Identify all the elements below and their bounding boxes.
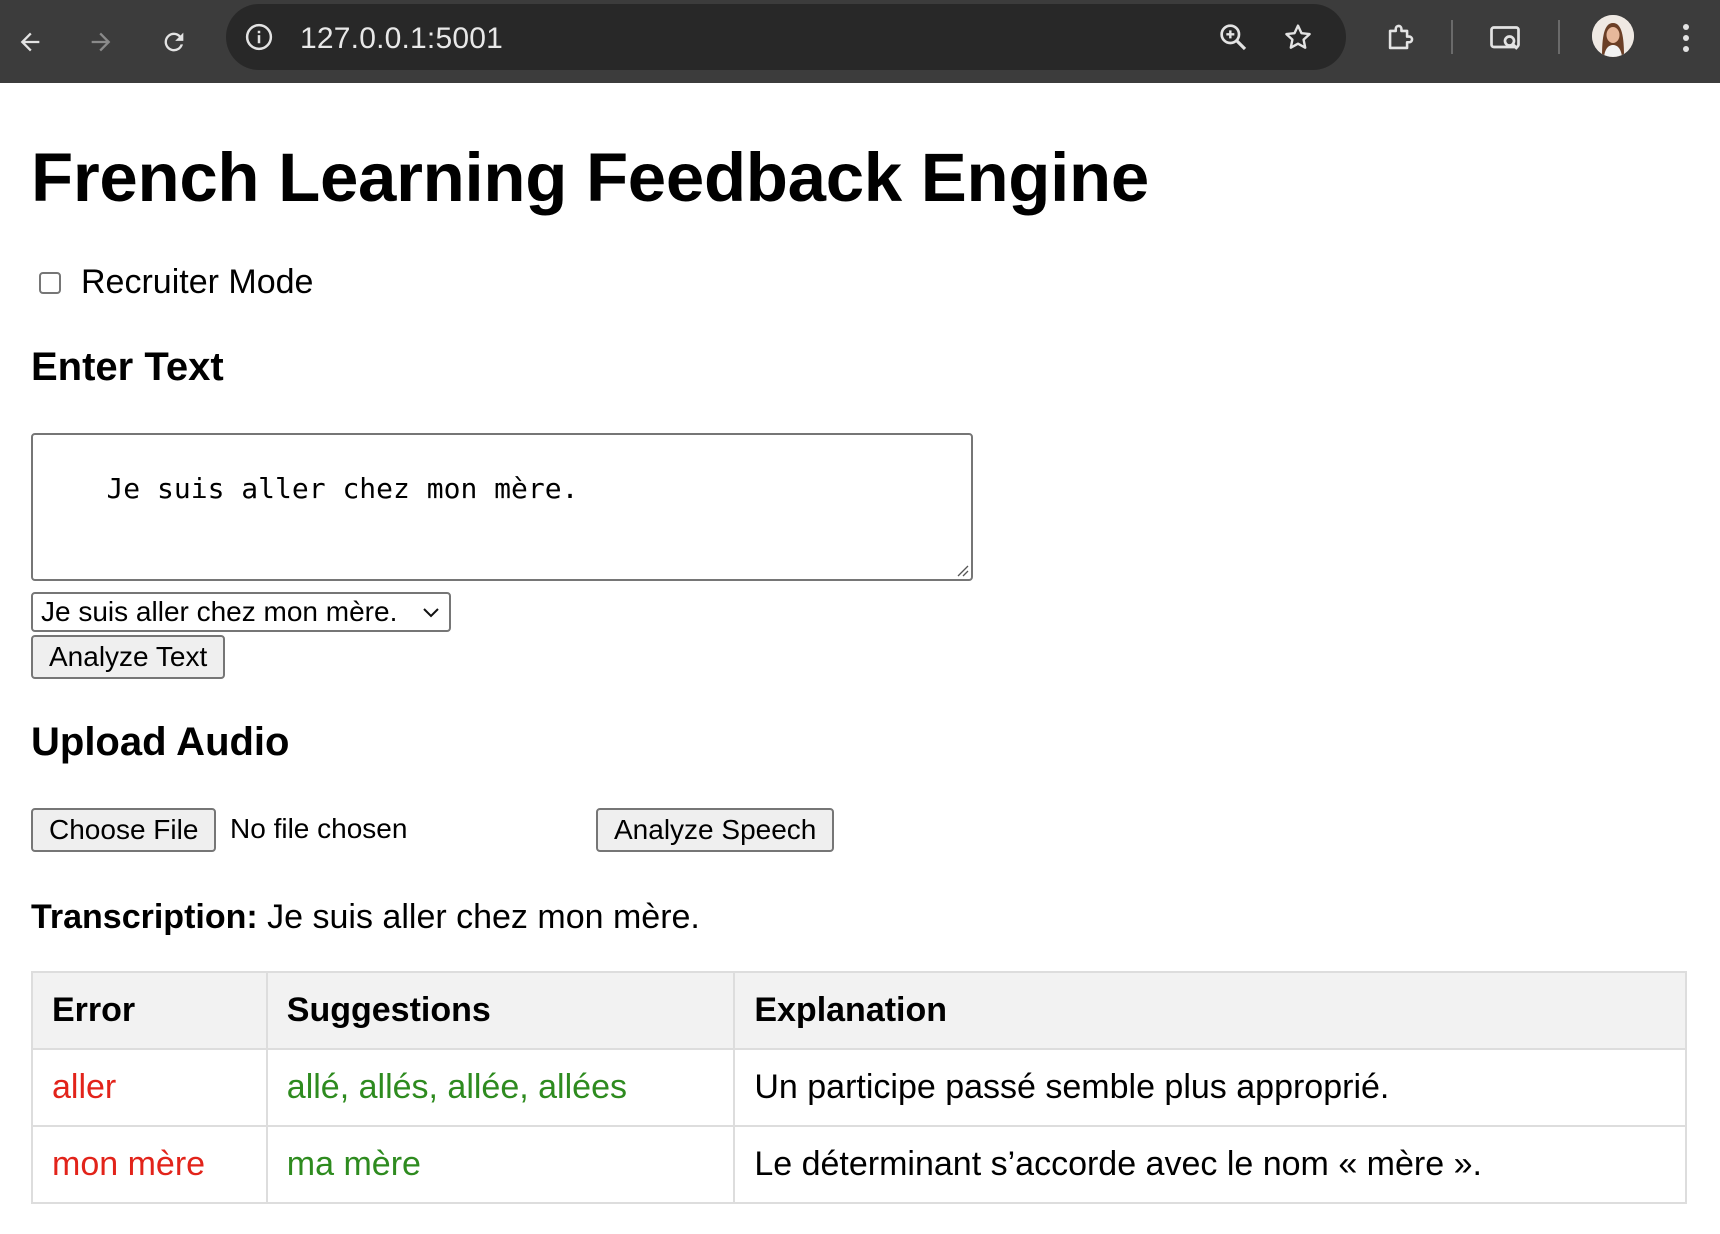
- profile-avatar[interactable]: [1592, 15, 1634, 57]
- forward-icon: [91, 32, 111, 52]
- transcription-text: Je suis aller chez mon mère.: [267, 898, 700, 936]
- feedback-table: Error Suggestions Explanation aller allé…: [31, 971, 1687, 1204]
- enter-text-heading: Enter Text: [31, 345, 224, 389]
- explanation-cell: Un participe passé semble plus approprié…: [733, 1048, 1687, 1127]
- recruiter-mode-toggle[interactable]: Recruiter Mode: [39, 263, 313, 302]
- analyze-text-button[interactable]: Analyze Text: [31, 635, 226, 679]
- reload-icon: [164, 32, 184, 52]
- toolbar-divider: [1451, 20, 1453, 54]
- column-header-explanation: Explanation: [733, 971, 1687, 1050]
- resize-grip-icon[interactable]: [955, 563, 969, 577]
- transcription: Transcription: Je suis aller chez mon mè…: [31, 898, 700, 937]
- site-info-icon[interactable]: [244, 22, 274, 52]
- select-value[interactable]: Je suis aller chez mon mère.: [41, 596, 397, 627]
- back-icon: [20, 32, 40, 52]
- reload-button[interactable]: [150, 18, 198, 66]
- table-row: mon mère ma mère Le déterminant s’accord…: [31, 1125, 1687, 1204]
- error-cell: mon mère: [31, 1125, 268, 1204]
- recruiter-mode-label[interactable]: Recruiter Mode: [81, 263, 313, 302]
- table-row: aller allé, allés, allée, allées Un part…: [31, 1048, 1687, 1127]
- choose-file-button[interactable]: Choose File: [31, 808, 217, 852]
- file-status-text: No file chosen: [230, 813, 408, 844]
- browser-toolbar: 127.0.0.1:5001: [0, 0, 1720, 83]
- cast-icon[interactable]: [1485, 18, 1525, 58]
- back-button[interactable]: [6, 18, 54, 66]
- suggestions-cell: allé, allés, allée, allées: [265, 1048, 736, 1127]
- sample-sentence-select[interactable]: Je suis aller chez mon mère.: [31, 592, 451, 632]
- chevron-down-icon: [423, 608, 439, 618]
- zoom-icon[interactable]: [1216, 20, 1250, 54]
- toolbar-divider: [1558, 20, 1560, 54]
- address-bar[interactable]: 127.0.0.1:5001: [226, 4, 1346, 70]
- analyze-speech-button[interactable]: Analyze Speech: [596, 808, 835, 852]
- forward-button[interactable]: [77, 18, 125, 66]
- upload-audio-heading: Upload Audio: [31, 720, 290, 764]
- column-header-error: Error: [31, 971, 268, 1050]
- text-input[interactable]: Je suis aller chez mon mère.: [31, 433, 973, 581]
- url-text[interactable]: 127.0.0.1:5001: [300, 22, 503, 56]
- text-input-value[interactable]: Je suis aller chez mon mère.: [106, 472, 578, 505]
- table-header-row: Error Suggestions Explanation: [31, 971, 1687, 1050]
- page-title: French Learning Feedback Engine: [31, 139, 1149, 216]
- bookmark-star-icon[interactable]: [1281, 20, 1315, 54]
- suggestions-cell: ma mère: [265, 1125, 736, 1204]
- column-header-suggestions: Suggestions: [265, 971, 736, 1050]
- error-cell: aller: [31, 1048, 268, 1127]
- recruiter-mode-checkbox[interactable]: [39, 271, 61, 294]
- extensions-icon[interactable]: [1380, 18, 1420, 58]
- transcription-label: Transcription:: [31, 898, 258, 936]
- explanation-cell: Le déterminant s’accorde avec le nom « m…: [733, 1125, 1687, 1204]
- menu-icon[interactable]: [1668, 18, 1704, 58]
